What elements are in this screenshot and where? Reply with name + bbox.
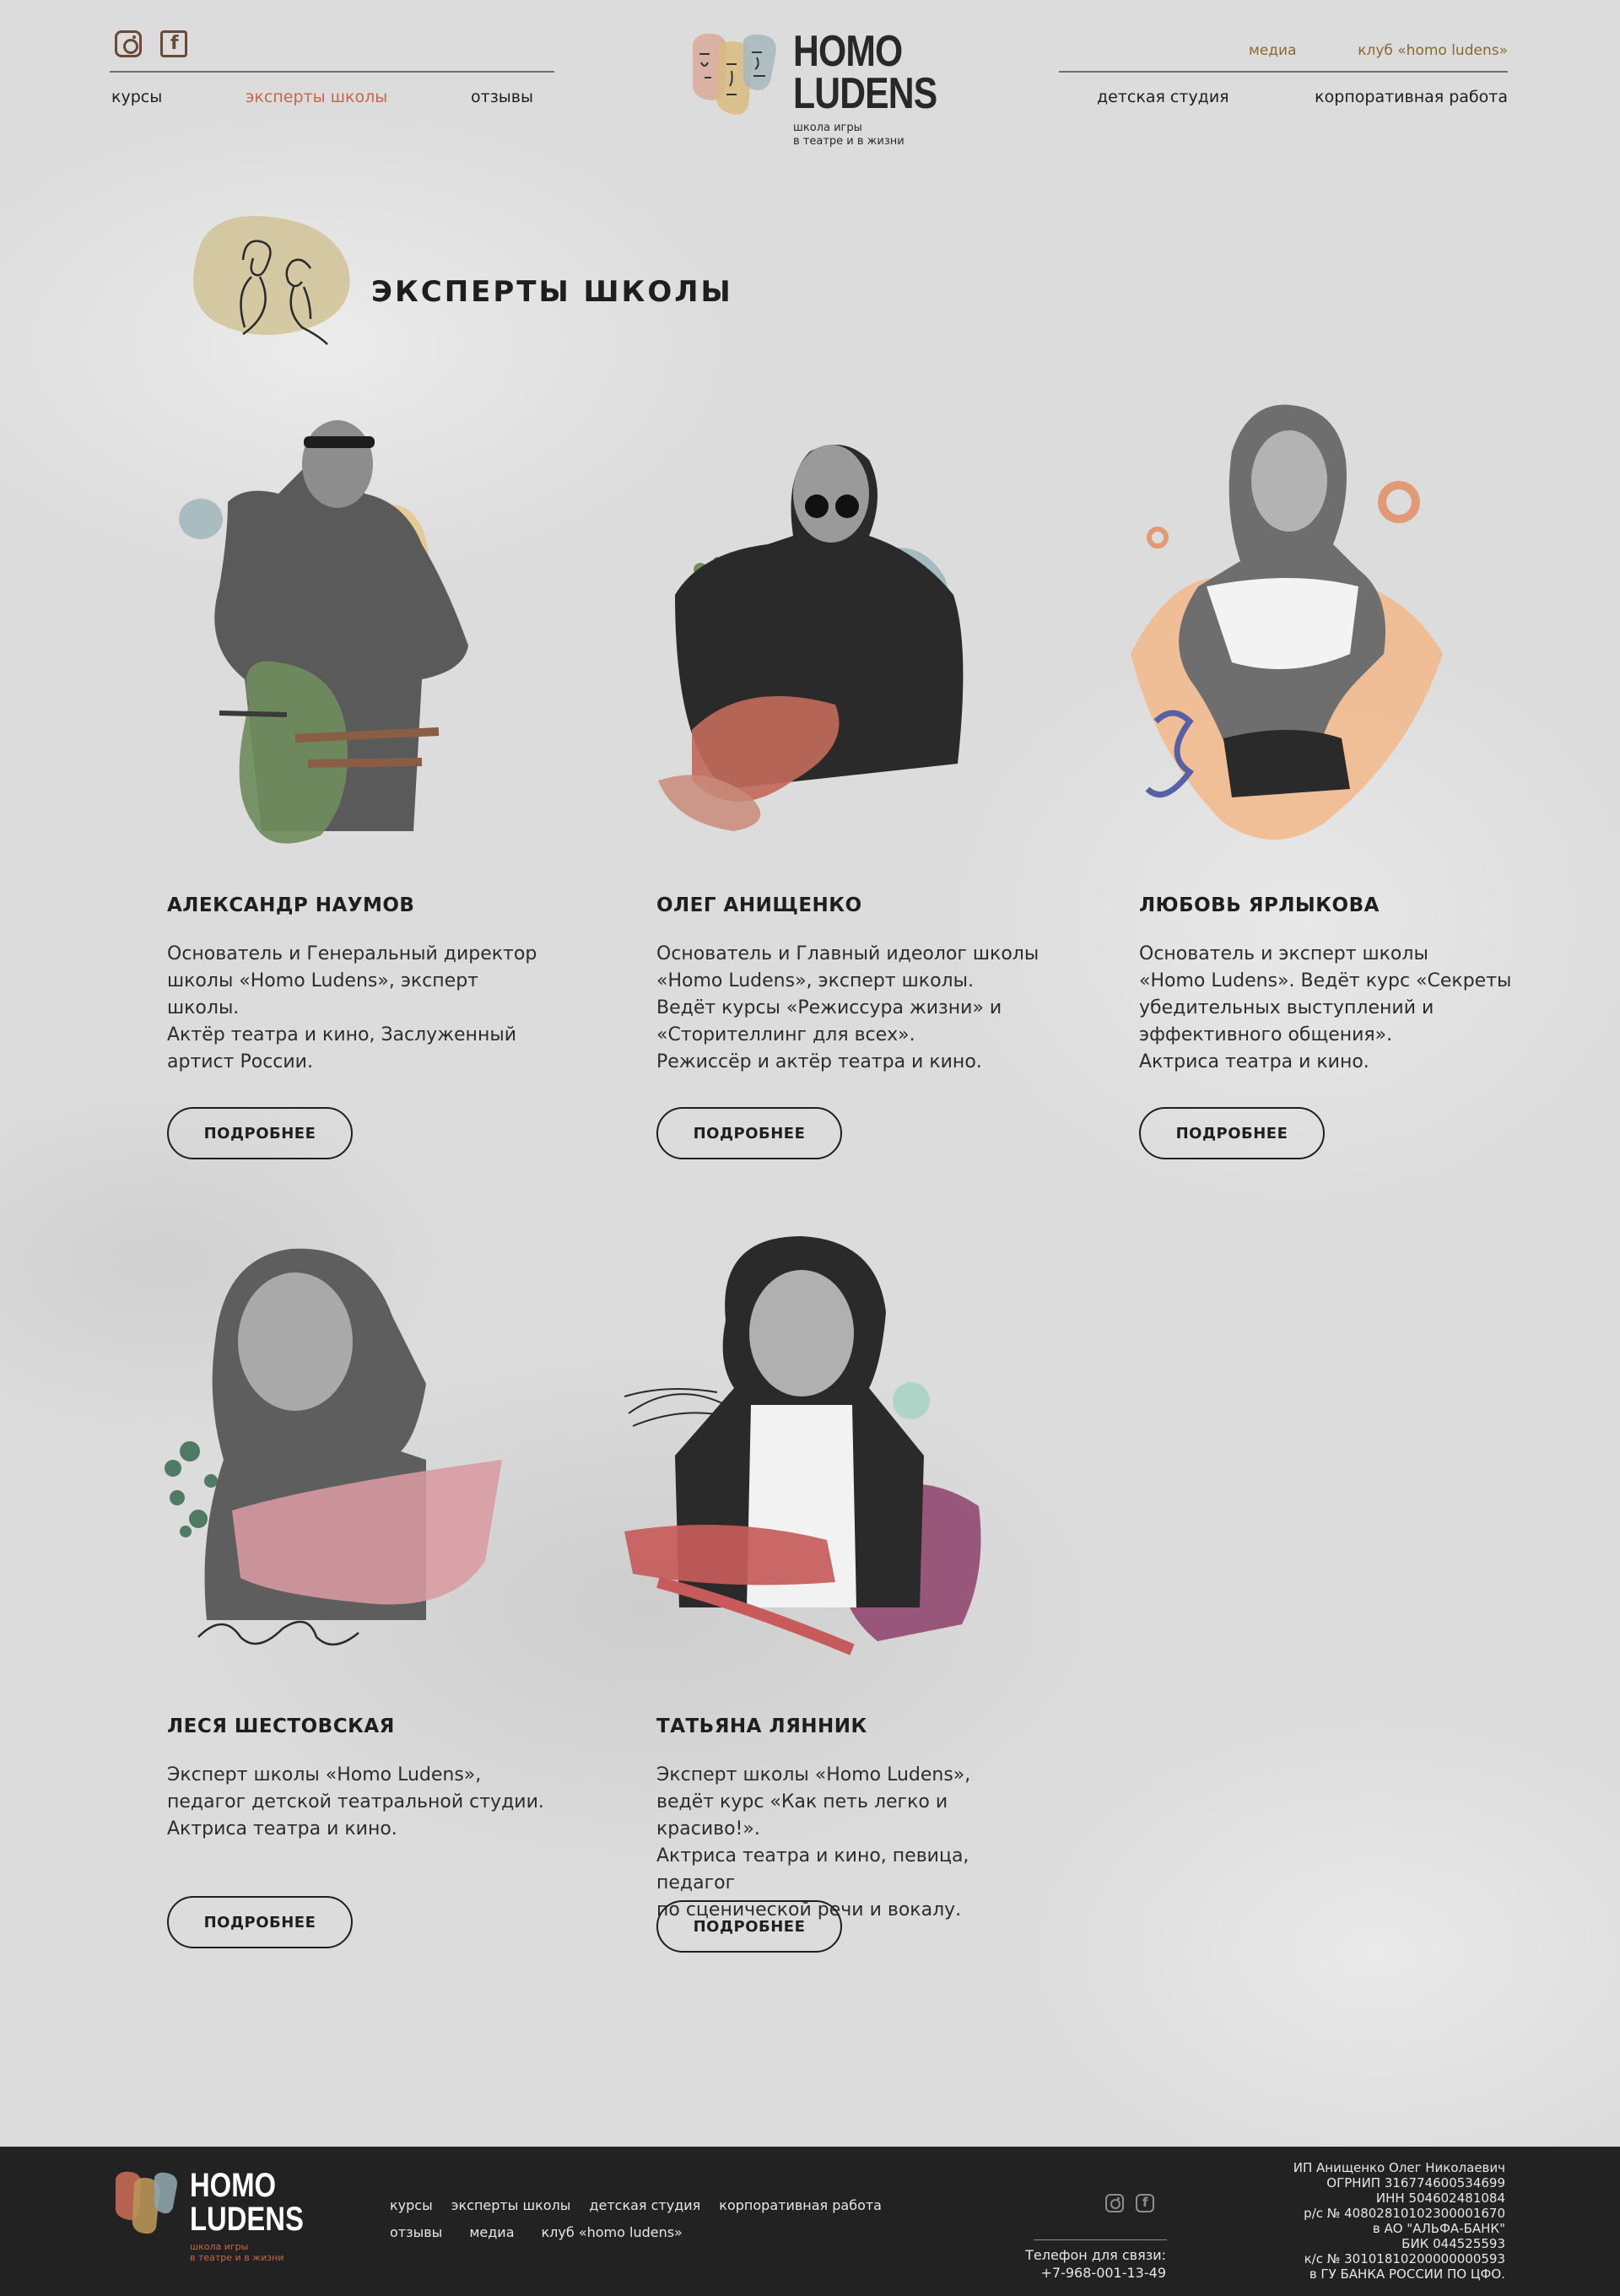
footer-logo[interactable]: HOMO LUDENS школа игры в театре и в жизн…	[112, 2167, 306, 2263]
more-button-naumov[interactable]: ПОДРОБНЕЕ	[167, 1107, 353, 1159]
nav-courses[interactable]: курсы	[111, 88, 162, 106]
instagram-icon[interactable]	[1105, 2194, 1124, 2212]
more-button-anishchenko[interactable]: ПОДРОБНЕЕ	[656, 1107, 842, 1159]
logo-faces-icon	[692, 33, 776, 115]
more-button-shestovskaya[interactable]: ПОДРОБНЕЕ	[167, 1896, 353, 1948]
nav-reviews[interactable]: отзывы	[471, 88, 533, 106]
expert-bio: Эксперт школы «Homo Ludens», педагог дет…	[167, 1764, 544, 1840]
page-title: ЭКСПЕРТЫ ШКОЛЫ	[371, 275, 733, 309]
expert-name: ЛЮБОВЬ ЯРЛЫКОВА	[1139, 894, 1380, 916]
footer-nav-media[interactable]: медиа	[469, 2224, 514, 2240]
expert-photo-yarlykova[interactable]	[1105, 401, 1468, 865]
footer-nav-kids-studio[interactable]: детская студия	[589, 2197, 700, 2213]
footer-nav-row-2: отзывы медиа клуб «homo ludens»	[390, 2224, 683, 2240]
more-button-yarlykova[interactable]: ПОДРОБНЕЕ	[1139, 1107, 1325, 1159]
experts-title-icon	[193, 216, 350, 345]
expert-name: ЛЕСЯ ШЕСТОВСКАЯ	[167, 1715, 395, 1737]
nav-left: курсы эксперты школы отзывы	[111, 88, 533, 106]
logo-wordmark: HOMO LUDENS	[793, 27, 937, 118]
phone-label: Телефон для связи:	[1025, 2247, 1166, 2263]
social-links: f	[115, 30, 187, 57]
footer-nav-reviews[interactable]: отзывы	[390, 2224, 442, 2240]
footer-nav-experts[interactable]: эксперты школы	[451, 2197, 571, 2213]
footer-logo-wordmark: HOMO LUDENS	[190, 2167, 304, 2238]
site-logo[interactable]: HOMO LUDENS школа игры в театре и в жизн…	[688, 30, 941, 149]
expert-bio: Основатель и Главный идеолог школы «Homo…	[656, 943, 1040, 1072]
expert-name: ОЛЕГ АНИЩЕНКО	[656, 894, 862, 916]
nav-club[interactable]: клуб «homo ludens»	[1358, 42, 1508, 59]
phone-number[interactable]: +7-968-001-13-49	[1025, 2264, 1166, 2282]
more-button-lyannik[interactable]: ПОДРОБНЕЕ	[656, 1900, 842, 1953]
footer-divider	[1034, 2239, 1167, 2240]
nav-media[interactable]: медиа	[1249, 42, 1297, 59]
footer: HOMO LUDENS школа игры в театре и в жизн…	[0, 2147, 1620, 2296]
footer-nav-row-1: курсы эксперты школы детская студия корп…	[390, 2197, 882, 2213]
logo-faces-icon	[115, 2171, 177, 2234]
expert-photo-lyannik[interactable]	[624, 1236, 996, 1667]
expert-name: ТАТЬЯНА ЛЯННИК	[656, 1715, 867, 1737]
expert-bio: Основатель и Генеральный директор школы …	[167, 943, 537, 1072]
facebook-icon[interactable]: f	[160, 30, 187, 57]
logo-tagline: школа игры в театре и в жизни	[793, 122, 904, 148]
footer-nav-courses[interactable]: курсы	[390, 2197, 433, 2213]
expert-bio: Основатель и эксперт школы «Homo Ludens»…	[1139, 943, 1512, 1072]
expert-photo-anishchenko[interactable]	[641, 426, 1012, 840]
expert-name: АЛЕКСАНДР НАУМОВ	[167, 894, 415, 916]
facebook-icon[interactable]: f	[1136, 2194, 1154, 2212]
nav-experts[interactable]: эксперты школы	[246, 88, 387, 106]
nav-right: детская студия корпоративная работа	[1097, 88, 1508, 106]
nav-top-right: медиа клуб «homo ludens»	[1249, 42, 1508, 59]
footer-social-links: f	[1105, 2194, 1154, 2212]
header-divider-right	[1059, 71, 1508, 73]
header-divider-left	[110, 71, 554, 73]
footer-nav-corporate[interactable]: корпоративная работа	[719, 2197, 882, 2213]
nav-kids-studio[interactable]: детская студия	[1097, 88, 1229, 106]
footer-nav-club[interactable]: клуб «homo ludens»	[542, 2224, 683, 2240]
expert-photo-shestovskaya[interactable]	[148, 1240, 519, 1662]
instagram-icon[interactable]	[115, 30, 142, 57]
footer-contact: Телефон для связи: +7-968-001-13-49	[1025, 2246, 1166, 2282]
nav-corporate[interactable]: корпоративная работа	[1315, 88, 1508, 106]
expert-photo-naumov[interactable]	[169, 401, 506, 856]
footer-legal-info: ИП Анищенко Олег Николаевич ОГРНИП 31677…	[1293, 2160, 1505, 2282]
footer-logo-tagline: школа игры в театре и в жизни	[190, 2241, 284, 2263]
